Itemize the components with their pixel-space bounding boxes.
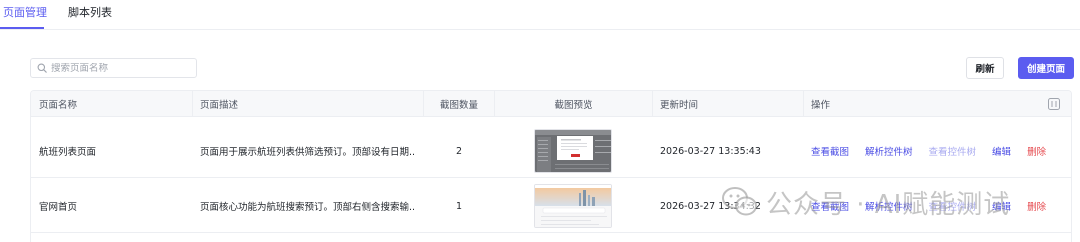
updated-time-cell: 2026-03-27 13:34:32 xyxy=(660,200,761,212)
delete-link[interactable]: 删除 xyxy=(1027,144,1046,158)
tab-bar: 页面管理 脚本列表 xyxy=(0,0,1080,30)
flight-list-preview-image xyxy=(535,130,611,172)
table-row: 官网首页 页面核心功能为航班搜索预订。顶部右侧含搜索输... 1 2026-03… xyxy=(31,179,1071,233)
page-table: 页面名称 页面描述 截图数量 截图预览 更新时间 操作 航班列表页面 页面用于展… xyxy=(30,90,1072,242)
view-screenshot-link[interactable]: 查看截图 xyxy=(811,199,849,213)
header-page-name: 页面名称 xyxy=(39,100,78,111)
search-box[interactable] xyxy=(30,58,197,78)
parse-control-tree-link[interactable]: 解析控件树 xyxy=(865,144,913,158)
header-actions: 操作 xyxy=(811,100,831,111)
view-control-tree-link[interactable]: 查看控件树 xyxy=(929,144,977,158)
search-icon xyxy=(37,63,47,73)
table-header: 页面名称 页面描述 截图数量 截图预览 更新时间 操作 xyxy=(31,91,1071,117)
header-screenshot-count: 截图数量 xyxy=(439,100,478,111)
table-row: 航班列表页面 页面用于展示航班列表供筛选预订。顶部设有日期... 2 2026-… xyxy=(31,124,1071,178)
column-divider xyxy=(192,91,193,117)
search-input[interactable] xyxy=(51,62,191,74)
tab-script-list[interactable]: 脚本列表 xyxy=(68,6,112,20)
edit-link[interactable]: 编辑 xyxy=(992,144,1011,158)
page-desc-cell: 页面用于展示航班列表供筛选预订。顶部设有日期... xyxy=(200,147,414,158)
parse-control-tree-link[interactable]: 解析控件树 xyxy=(865,199,913,213)
create-page-button[interactable]: 创建页面 xyxy=(1018,57,1074,79)
column-settings-icon[interactable] xyxy=(1048,98,1060,110)
row-actions: 查看截图 解析控件树 查看控件树 编辑 删除 xyxy=(811,179,1071,233)
edit-link[interactable]: 编辑 xyxy=(992,199,1011,213)
page-desc-cell: 页面核心功能为航班搜索预订。顶部右侧含搜索输... xyxy=(200,202,414,213)
homepage-preview-image xyxy=(535,185,611,227)
active-tab-indicator xyxy=(0,27,44,29)
view-screenshot-link[interactable]: 查看截图 xyxy=(811,144,849,158)
header-updated-time: 更新时间 xyxy=(660,100,699,111)
screenshot-thumbnail[interactable] xyxy=(534,184,612,228)
screenshot-thumbnail[interactable] xyxy=(534,129,612,173)
screenshot-count-cell: 1 xyxy=(455,200,463,212)
page-name-cell: 官网首页 xyxy=(39,202,78,213)
column-divider xyxy=(652,91,653,117)
view-control-tree-link[interactable]: 查看控件树 xyxy=(929,199,977,213)
delete-link[interactable]: 删除 xyxy=(1027,199,1046,213)
screenshot-count-cell: 2 xyxy=(455,145,463,157)
tab-page-management[interactable]: 页面管理 xyxy=(3,6,47,20)
row-actions: 查看截图 解析控件树 查看控件树 编辑 删除 xyxy=(811,124,1071,178)
refresh-button[interactable]: 刷新 xyxy=(966,57,1004,79)
column-divider xyxy=(803,91,804,117)
header-page-desc: 页面描述 xyxy=(200,100,239,111)
page-name-cell: 航班列表页面 xyxy=(39,147,97,158)
updated-time-cell: 2026-03-27 13:35:43 xyxy=(660,145,761,157)
header-screenshot-preview: 截图预览 xyxy=(554,100,593,111)
